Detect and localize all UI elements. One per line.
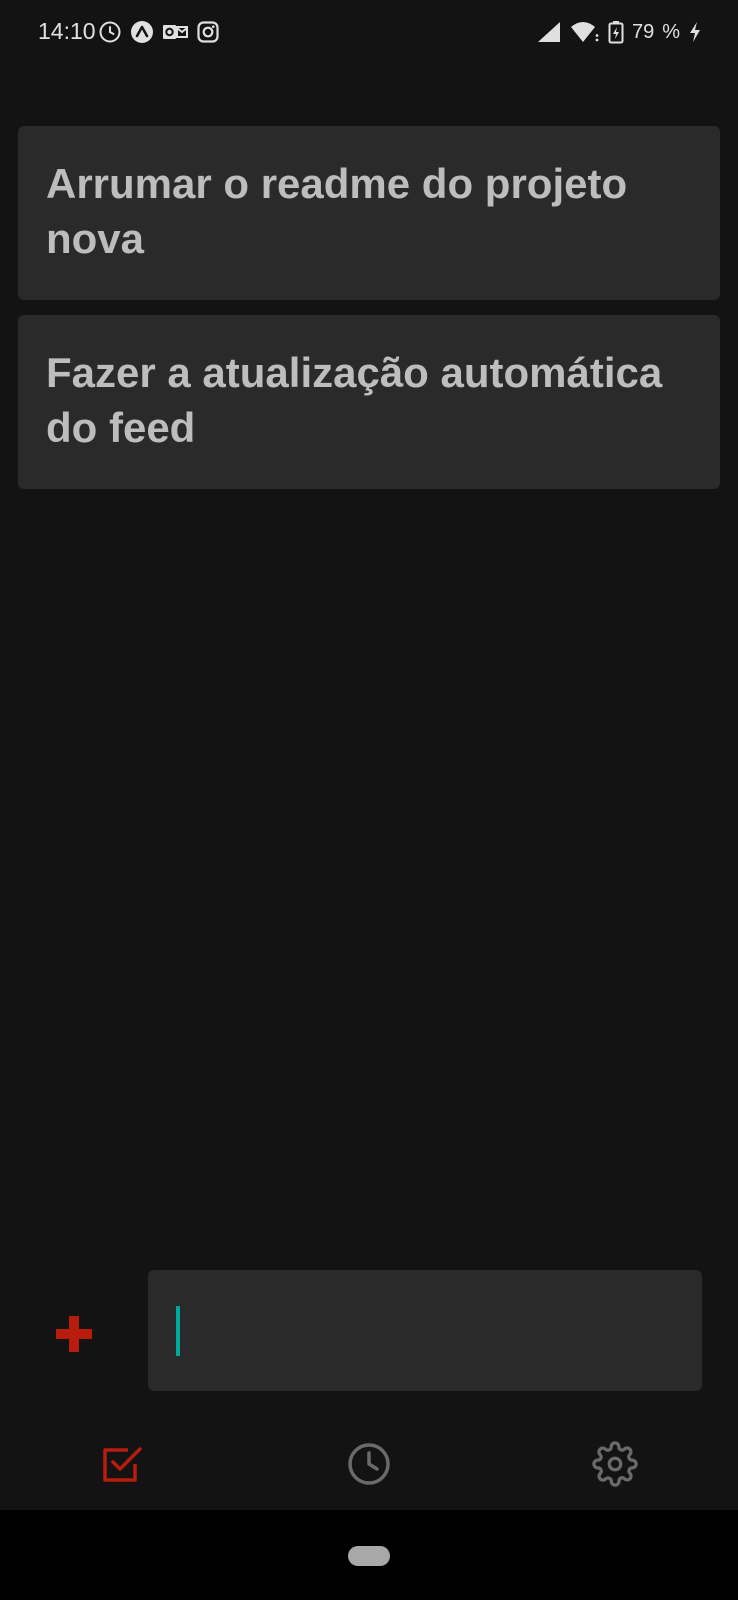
gear-icon xyxy=(592,1440,638,1492)
expo-icon xyxy=(130,20,154,44)
tab-tasks[interactable] xyxy=(98,1442,146,1490)
battery-level: 79 xyxy=(631,20,655,43)
text-cursor xyxy=(176,1306,180,1356)
task-list: Arrumar o readme do projeto nova Fazer a… xyxy=(18,126,720,504)
outlook-icon xyxy=(162,20,188,44)
charging-bolt-icon xyxy=(688,20,702,44)
home-gesture-handle[interactable] xyxy=(348,1546,390,1566)
task-input-container[interactable] xyxy=(148,1270,702,1391)
checkbox-icon xyxy=(100,1442,144,1491)
tab-history[interactable] xyxy=(345,1442,393,1490)
add-task-button[interactable] xyxy=(50,1312,98,1360)
plus-icon xyxy=(54,1314,94,1359)
instagram-icon xyxy=(196,20,220,44)
tab-settings[interactable] xyxy=(591,1440,639,1492)
status-notification-icons xyxy=(98,20,220,44)
clock-icon xyxy=(98,20,122,44)
status-time: 14:10 xyxy=(38,18,96,44)
task-card[interactable]: Fazer a atualização automática do feed xyxy=(18,315,720,489)
task-card[interactable]: Arrumar o readme do projeto nova xyxy=(18,126,720,300)
task-text: Fazer a atualização automática do feed xyxy=(46,349,663,451)
wifi-icon xyxy=(570,20,600,44)
status-bar: 14:10 79 % xyxy=(0,0,738,66)
new-task-input[interactable] xyxy=(148,1270,702,1391)
battery-charging-icon xyxy=(608,20,624,44)
signal-icon xyxy=(536,20,562,44)
clock-icon xyxy=(347,1442,391,1491)
task-text: Arrumar o readme do projeto nova xyxy=(46,160,628,262)
status-system-icons: 79 % xyxy=(536,20,702,44)
system-navigation-bar xyxy=(0,1510,738,1600)
battery-percent-sign: % xyxy=(662,20,680,43)
bottom-nav xyxy=(0,1420,738,1510)
